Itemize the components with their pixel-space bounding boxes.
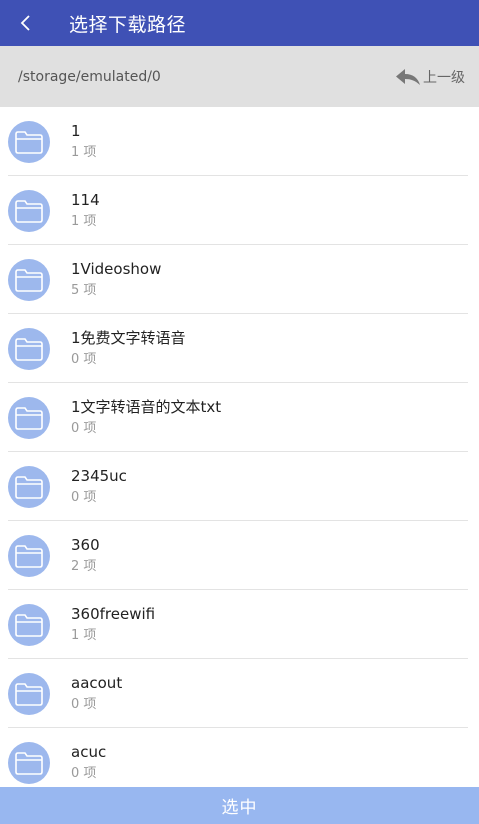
folder-name: 2345uc <box>71 467 127 485</box>
chevron-left-icon <box>20 15 30 31</box>
folder-row[interactable]: aacout 0 项 <box>0 659 479 728</box>
folder-row[interactable]: 114 1 项 <box>0 176 479 245</box>
folder-icon <box>8 258 50 301</box>
folder-text: 114 1 项 <box>71 190 100 231</box>
folder-row[interactable]: 360freewifi 1 项 <box>0 590 479 659</box>
folder-text: 360 2 项 <box>71 535 100 576</box>
path-bar: /storage/emulated/0 上一级 <box>0 46 479 107</box>
folder-name: 1 <box>71 122 81 140</box>
folder-icon <box>8 672 50 715</box>
folder-name: 360freewifi <box>71 605 156 623</box>
folder-icon <box>8 189 50 232</box>
folder-name: 360 <box>71 536 100 554</box>
folder-text: acuc 0 项 <box>71 742 106 783</box>
folder-item-count: 0 项 <box>71 421 97 436</box>
folder-text: 1免费文字转语音 0 项 <box>71 328 186 369</box>
folder-icon <box>8 534 50 577</box>
page-title: 选择下载路径 <box>69 13 187 36</box>
select-button[interactable]: 选中 <box>0 787 479 824</box>
folder-text: 1 1 项 <box>71 121 96 162</box>
parent-folder-button[interactable]: 上一级 <box>395 67 465 87</box>
folder-item-count: 1 项 <box>71 628 97 643</box>
folder-text: 2345uc 0 项 <box>71 466 127 507</box>
app-bar: 选择下载路径 <box>0 0 479 46</box>
folder-item-count: 0 项 <box>71 352 97 367</box>
folder-item-count: 0 项 <box>71 490 97 505</box>
folder-item-count: 1 项 <box>71 214 97 229</box>
folder-icon <box>8 120 50 163</box>
folder-row[interactable]: acuc 0 项 <box>0 728 479 787</box>
back-button[interactable] <box>4 0 48 46</box>
folder-text: 1文字转语音的文本txt 0 项 <box>71 397 221 438</box>
folder-icon <box>8 327 50 370</box>
folder-icon <box>8 603 50 646</box>
undo-arrow-icon <box>396 68 420 85</box>
folder-row[interactable]: 2345uc 0 项 <box>0 452 479 521</box>
folder-name: 1文字转语音的文本txt <box>71 398 222 416</box>
folder-name: 1Videoshow <box>71 260 162 278</box>
folder-text: aacout 0 项 <box>71 673 122 714</box>
parent-folder-label: 上一级 <box>423 69 465 86</box>
folder-item-count: 2 项 <box>71 559 97 574</box>
current-path: /storage/emulated/0 <box>18 68 161 85</box>
folder-item-count: 1 项 <box>71 145 97 160</box>
folder-item-count: 0 项 <box>71 697 97 712</box>
folder-icon <box>8 465 50 508</box>
folder-icon <box>8 741 50 784</box>
folder-row[interactable]: 1Videoshow 5 项 <box>0 245 479 314</box>
folder-row[interactable]: 1 1 项 <box>0 107 479 176</box>
folder-row[interactable]: 360 2 项 <box>0 521 479 590</box>
folder-row[interactable]: 1文字转语音的文本txt 0 项 <box>0 383 479 452</box>
folder-name: aacout <box>71 674 123 692</box>
folder-text: 360freewifi 1 项 <box>71 604 155 645</box>
folder-item-count: 5 项 <box>71 283 97 298</box>
folder-name: 1免费文字转语音 <box>71 329 186 347</box>
folder-icon <box>8 396 50 439</box>
folder-row[interactable]: 1免费文字转语音 0 项 <box>0 314 479 383</box>
folder-text: 1Videoshow 5 项 <box>71 259 161 300</box>
folder-item-count: 0 项 <box>71 766 97 781</box>
folder-name: acuc <box>71 743 107 761</box>
folder-list: 1 1 项 114 1 项 1Videoshow 5 项 1免费文字转语音 0 … <box>0 107 479 787</box>
folder-name: 114 <box>71 191 100 209</box>
